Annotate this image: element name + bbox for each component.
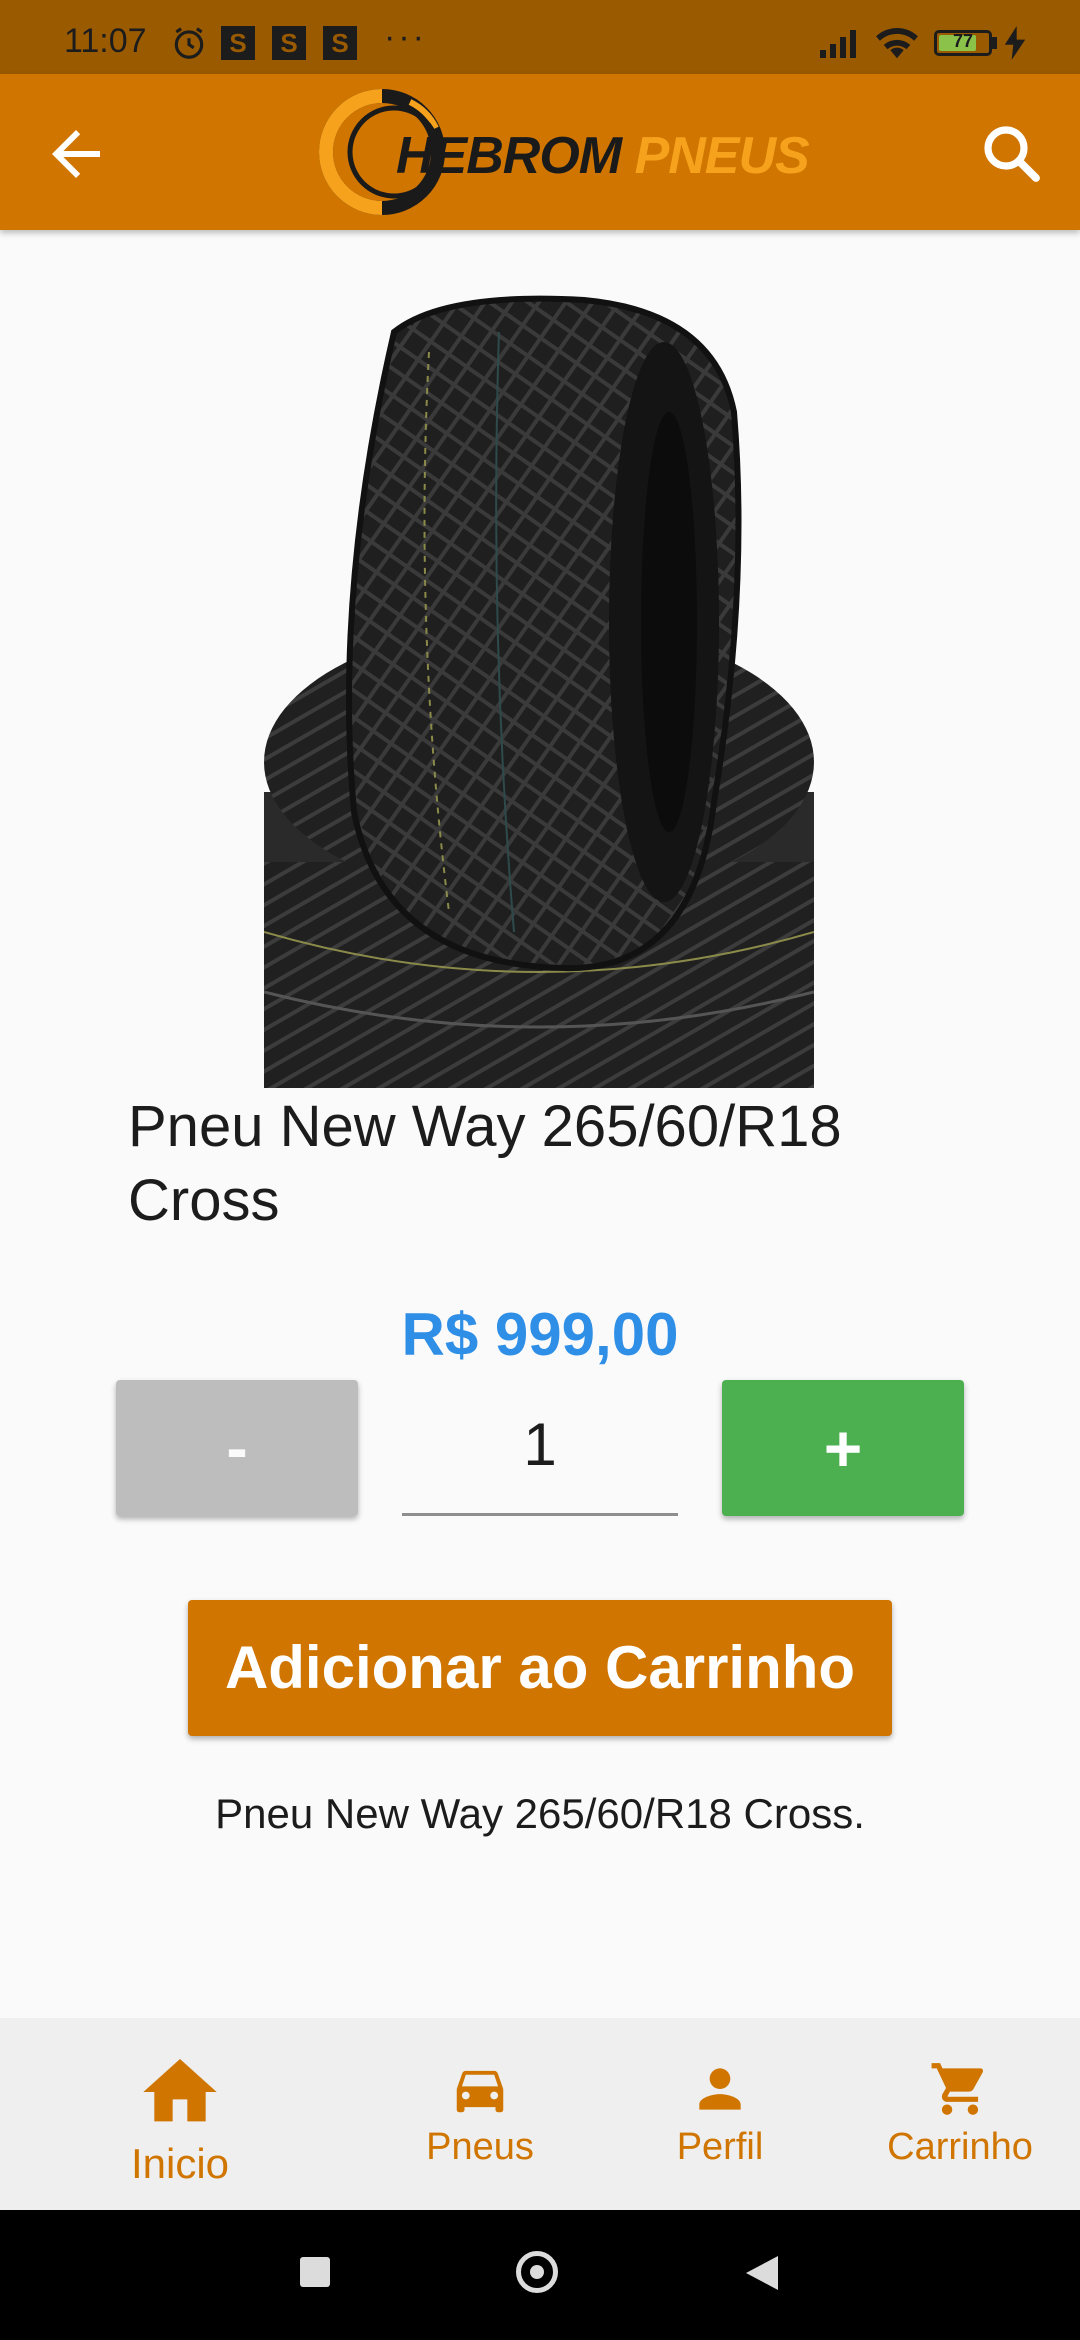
battery-percent: 77	[952, 31, 974, 51]
person-icon	[699, 2068, 741, 2110]
product-description: Pneu New Way 265/60/R18 Cross.	[215, 1790, 865, 1837]
decrease-quantity-button[interactable]: -	[116, 1380, 358, 1516]
recent-apps-button[interactable]	[300, 2257, 330, 2287]
nav-label-inicio: Inicio	[130, 2140, 230, 2187]
back-triangle-icon[interactable]	[744, 2254, 780, 2292]
status-bar: 11:07 S S S ··· 77	[0, 0, 1080, 74]
logo-word-pneus: PNEUS	[634, 127, 810, 185]
battery-icon: 77	[934, 30, 992, 56]
nav-item-perfil[interactable]: Perfil	[600, 2018, 840, 2210]
add-to-cart-button[interactable]: Adicionar ao Carrinho	[188, 1600, 892, 1736]
increase-quantity-button[interactable]: +	[722, 1380, 964, 1516]
home-button[interactable]	[516, 2251, 558, 2293]
hebrom-pneus-logo: HEBROM PNEUS	[318, 88, 810, 216]
home-dot	[530, 2265, 544, 2279]
home-icon	[143, 2059, 217, 2122]
bottom-navigation: Inicio Pneus Perfil Carrinho	[0, 2018, 1080, 2210]
nav-item-pneus[interactable]: Pneus	[360, 2018, 600, 2210]
charging-icon	[1004, 26, 1026, 65]
back-button[interactable]	[40, 118, 112, 190]
wifi-icon	[874, 24, 920, 67]
cart-icon	[931, 2063, 983, 2115]
more-notifications-icon: ···	[384, 18, 427, 56]
battery-cap	[992, 37, 997, 49]
product-title: Pneu New Way 265/60/R18 Cross	[128, 1094, 842, 1233]
nav-item-carrinho[interactable]: Carrinho	[840, 2018, 1080, 2210]
alarm-icon	[170, 24, 208, 67]
nav-label-carrinho: Carrinho	[887, 2126, 1033, 2168]
product-image	[264, 295, 814, 1088]
car-icon	[456, 2070, 504, 2113]
notification-badge: S	[221, 26, 255, 60]
product-price: R$ 999,00	[401, 1301, 679, 1368]
search-icon	[984, 126, 1040, 182]
search-button[interactable]	[976, 118, 1048, 190]
notification-badge: S	[272, 26, 306, 60]
quantity-value: 1	[523, 1411, 557, 1478]
arrow-left-icon	[52, 130, 100, 178]
logo-word-hebrom: HEBROM	[396, 127, 622, 185]
nav-item-inicio[interactable]: Inicio	[60, 2018, 300, 2210]
signal-icon	[818, 28, 862, 65]
nav-label-pneus: Pneus	[426, 2126, 534, 2168]
logo-text: HEBROM PNEUS	[396, 126, 810, 186]
system-navigation-bar	[0, 2210, 1080, 2340]
status-time: 11:07	[64, 22, 147, 60]
nav-label-perfil: Perfil	[676, 2126, 764, 2168]
quantity-field[interactable]: 1	[402, 1380, 678, 1516]
app-bar: HEBROM PNEUS	[0, 74, 1080, 230]
notification-badge: S	[323, 26, 357, 60]
